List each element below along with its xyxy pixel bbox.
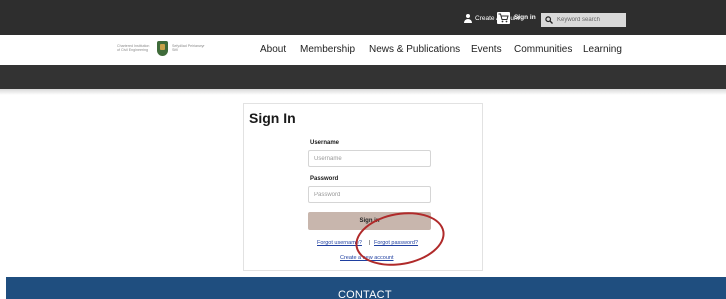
keyword-search-input[interactable] — [557, 17, 625, 23]
sub-nav-bar — [0, 65, 726, 89]
site-logo[interactable]: Chartered Institution of Civil Engineeri… — [117, 40, 208, 56]
nav-item-about[interactable]: About — [260, 44, 286, 55]
username-field[interactable] — [308, 150, 431, 167]
nav-item-events[interactable]: Events — [471, 44, 502, 55]
cart-button[interactable] — [497, 12, 510, 24]
nav-item-communities[interactable]: Communities — [514, 44, 572, 55]
crest-icon — [157, 40, 168, 56]
create-account-link[interactable]: Create Account — [463, 14, 519, 23]
search-icon[interactable] — [545, 16, 553, 24]
nav-item-membership[interactable]: Membership — [300, 44, 355, 55]
keyword-search[interactable] — [541, 13, 626, 27]
logo-text-left: Chartered Institution of Civil Engineeri… — [117, 43, 150, 53]
top-sign-in-link[interactable]: Sign in — [514, 14, 536, 21]
user-icon — [463, 14, 472, 23]
sub-nav-shadow — [0, 89, 726, 95]
password-label: Password — [310, 176, 339, 182]
contact-heading[interactable]: CONTACT — [338, 289, 392, 299]
cart-icon — [498, 13, 509, 23]
page-title: Sign In — [249, 110, 296, 126]
username-label: Username — [310, 140, 340, 146]
nav-item-news-publications[interactable]: News & Publications — [369, 44, 460, 55]
password-field[interactable] — [308, 186, 431, 203]
nav-item-learning[interactable]: Learning — [583, 44, 622, 55]
logo-text-right: Sefydliad Peirianwyr Sifil — [172, 43, 205, 53]
